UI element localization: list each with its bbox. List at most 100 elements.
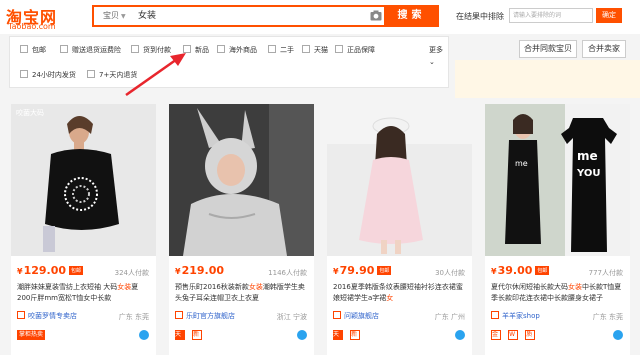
shop-location: 广东 东莞 [118, 313, 149, 321]
price-value: 39.00 [497, 264, 533, 277]
sales-count: 324人付款 [114, 269, 149, 277]
wangwang-chat-icon[interactable] [297, 330, 307, 340]
filter-panel: 包邮 赠送退货运费险 货到付款 新品 海外商品 二手 天猫 正品保障 更多 ⌄ … [9, 36, 449, 88]
filter-label: 7+天内退货 [99, 71, 138, 79]
filter-genuine[interactable]: 正品保障 [335, 44, 375, 56]
badge-row: 掌柜热卖 [17, 330, 47, 342]
title-highlight: 女装 [248, 283, 263, 291]
product-image[interactable] [169, 104, 314, 256]
product-card[interactable]: 咬菌大码 ¥129.00 包邮 324人付款 潮胖妹妹夏装雪纺上衣短袖 大码女装夏… [11, 104, 156, 355]
taobao-logo[interactable]: 淘宝网 Taobao.com [6, 4, 86, 32]
product-title[interactable]: 潮胖妹妹夏装雪纺上衣短袖 大码女装夏 200斤胖mm宽松T恤女中长款 [17, 282, 152, 304]
price-value: 219.00 [181, 264, 225, 277]
merge-sellers-button[interactable]: 合并卖家 [582, 40, 626, 58]
svg-text:me: me [577, 149, 598, 163]
filter-label: 24小时内发货 [32, 71, 76, 79]
filter-cash-on-delivery[interactable]: 货到付款 [131, 44, 171, 56]
filter-label: 包邮 [32, 46, 46, 54]
product-title[interactable]: 预售乐町2016秋装新款女装潮韩版学生卖头兔子耳朵连帽卫衣上衣夏 [175, 282, 310, 304]
shop-location: 广东 广州 [434, 313, 465, 321]
checkbox[interactable] [20, 45, 28, 53]
shop-name: 乐町官方旗舰店 [186, 312, 235, 320]
filter-overseas[interactable]: 海外商品 [217, 44, 257, 56]
title-highlight: 女 [386, 294, 394, 302]
chevron-down-icon: ⌄ [429, 58, 435, 66]
product-card[interactable]: me me YOU ¥39.00 包邮 777人付款 夏代尔休闲短袖长款大码女装中… [485, 104, 630, 355]
badge-row: 金 W 质 [491, 330, 537, 342]
wangwang-chat-icon[interactable] [455, 330, 465, 340]
product-image[interactable] [327, 104, 472, 256]
checkbox[interactable] [131, 45, 139, 53]
title-prefix: 预售乐町2016秋装新款 [175, 283, 249, 291]
filter-7day-return[interactable]: 7+天内退货 [87, 69, 137, 81]
shop-link[interactable]: 乐町官方旗舰店 [175, 311, 235, 321]
title-highlight: 女装 [568, 283, 582, 291]
badge-row: 天 新 [333, 330, 362, 342]
header: 淘宝网 Taobao.com 宝贝 ▼ 女装 搜索 在结果中排除 请输入要排除的词… [0, 0, 640, 34]
checkbox[interactable] [183, 45, 191, 53]
checkbox[interactable] [268, 45, 276, 53]
checkbox[interactable] [302, 45, 310, 53]
taobao-search-page: 淘宝网 Taobao.com 宝贝 ▼ 女装 搜索 在结果中排除 请输入要排除的词… [0, 0, 640, 355]
shop-location: 浙江 宁波 [276, 313, 307, 321]
price-value: 79.90 [339, 264, 375, 277]
filter-new-arrivals[interactable]: 新品 [183, 44, 209, 56]
checkbox[interactable] [217, 45, 225, 53]
sales-count: 777人付款 [588, 269, 623, 277]
free-shipping-tag: 包邮 [377, 266, 392, 275]
product-image[interactable]: me me YOU [485, 104, 630, 256]
filter-free-shipping[interactable]: 包邮 [20, 44, 46, 56]
filter-24h-shipping[interactable]: 24小时内发货 [20, 69, 76, 81]
merge-same-items-button[interactable]: 合并同款宝贝 [519, 40, 577, 58]
product-card[interactable]: ¥219.00 1146人付款 预售乐町2016秋装新款女装潮韩版学生卖头兔子耳… [169, 104, 314, 355]
promo-banner [455, 60, 640, 98]
filter-label: 赠送退货运费险 [72, 46, 121, 54]
product-price: ¥219.00 [175, 264, 224, 277]
search-type-label: 宝贝 [103, 11, 119, 20]
exclude-label: 在结果中排除 [456, 12, 504, 21]
more-label: 更多 [429, 46, 443, 54]
search-input[interactable]: 女装 [138, 7, 358, 25]
checkbox[interactable] [87, 70, 95, 78]
filter-label: 新品 [195, 46, 209, 54]
product-price: ¥79.90 包邮 [333, 264, 392, 277]
product-image[interactable] [11, 104, 156, 256]
logo-domain: Taobao.com [8, 22, 56, 31]
svg-text:YOU: YOU [576, 168, 601, 179]
quality-badge: 质 [525, 330, 536, 340]
product-card[interactable]: ¥79.90 包邮 30人付款 2016夏季韩版条纹表腰短袖衬衫连衣裙蜜娘短裙学生… [327, 104, 472, 355]
free-shipping-tag: 包邮 [69, 266, 84, 275]
shop-icon [333, 311, 341, 319]
filter-label: 天猫 [314, 46, 328, 54]
checkbox[interactable] [20, 70, 28, 78]
checkbox[interactable] [60, 45, 68, 53]
price-value: 129.00 [23, 264, 67, 277]
exclude-confirm-button[interactable]: 确定 [596, 8, 622, 23]
sales-count: 30人付款 [435, 269, 465, 277]
wangwang-chat-icon[interactable] [613, 330, 623, 340]
filter-return-insurance[interactable]: 赠送退货运费险 [60, 44, 121, 56]
filter-tmall[interactable]: 天猫 [302, 44, 328, 56]
more-filters-button[interactable]: 更多 ⌄ [429, 44, 448, 68]
camera-icon[interactable] [370, 10, 382, 21]
tmall-badge: 天 [333, 330, 343, 340]
product-title[interactable]: 夏代尔休闲短袖长款大码女装中长款T恤夏季长款印花连衣裙中长款腰身女裙子 [491, 282, 626, 304]
shop-link[interactable]: 羊羊家shop [491, 311, 540, 321]
search-button[interactable]: 搜索 [384, 5, 439, 27]
shop-link[interactable]: 问颖旗舰店 [333, 311, 379, 321]
title-prefix: 潮胖妹妹夏装雪纺上衣短袖 大码 [17, 283, 118, 291]
filter-second-hand[interactable]: 二手 [268, 44, 294, 56]
shop-name: 咬菌罗情专卖店 [28, 312, 77, 320]
tmall-badge: 天 [175, 330, 185, 340]
search-type-dropdown[interactable]: 宝贝 ▼ [94, 7, 134, 25]
chevron-down-icon: ▼ [121, 13, 126, 20]
title-prefix: 夏代尔休闲短袖长款大码 [491, 283, 568, 291]
shop-link[interactable]: 咬菌罗情专卖店 [17, 311, 77, 321]
exclude-input[interactable]: 请输入要排除的词 [509, 8, 593, 23]
wangwang-chat-icon[interactable] [139, 330, 149, 340]
filter-label: 货到付款 [143, 46, 171, 54]
currency-symbol: ¥ [175, 267, 181, 276]
checkbox[interactable] [335, 45, 343, 53]
product-price: ¥129.00 包邮 [17, 264, 84, 277]
product-title[interactable]: 2016夏季韩版条纹表腰短袖衬衫连衣裙蜜娘短裙学生a字裙女 [333, 282, 468, 304]
